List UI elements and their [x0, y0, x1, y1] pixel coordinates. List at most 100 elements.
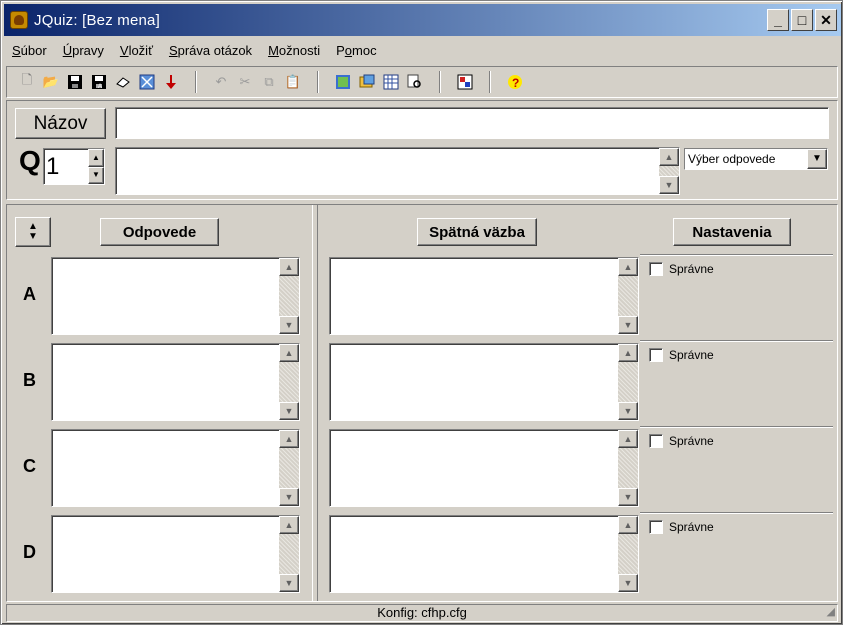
- menu-bar: Súbor Úpravy Vložiť Správa otázok Možnos…: [4, 38, 841, 62]
- answers-header-button[interactable]: Odpovede: [100, 218, 219, 246]
- feedback-header-button[interactable]: Spätná väzba: [417, 218, 537, 246]
- feedback-scrollbar-d[interactable]: ▲ ▼: [618, 516, 638, 592]
- correct-checkbox-a[interactable]: Správne: [649, 262, 714, 276]
- answer-field-c[interactable]: ▲ ▼: [51, 429, 300, 507]
- answer-field-a[interactable]: ▲ ▼: [51, 257, 300, 335]
- checkbox-box[interactable]: [649, 434, 663, 448]
- scroll-up-button[interactable]: ▲: [618, 430, 638, 448]
- feedback-field-d[interactable]: ▲ ▼: [329, 515, 639, 593]
- toolbar-separator: [489, 71, 491, 93]
- checkbox-box[interactable]: [649, 262, 663, 276]
- toolbar: 🗋 📂 A ↶ ✂ ⧉ 📋 ?: [6, 66, 838, 98]
- question-header-panel: Názov Q 1 ▲ ▼ ▲ ▼ Výber odpovede ▼: [6, 100, 838, 200]
- cut-icon[interactable]: ✂: [236, 73, 254, 91]
- menu-sprava-otazok[interactable]: Správa otázok: [161, 43, 260, 58]
- answer-scrollbar-b[interactable]: ▲ ▼: [279, 344, 299, 420]
- resize-grip-icon[interactable]: ◢: [827, 604, 835, 620]
- answer-scrollbar-c[interactable]: ▲ ▼: [279, 430, 299, 506]
- question-text-area[interactable]: ▲ ▼: [115, 147, 680, 195]
- down-arrow-icon: ▼: [28, 231, 38, 242]
- menu-moznosti[interactable]: Možnosti: [260, 43, 328, 58]
- minimize-button[interactable]: _: [767, 9, 789, 31]
- find-icon[interactable]: [406, 73, 424, 91]
- maximize-button[interactable]: □: [791, 9, 813, 31]
- scroll-up-button[interactable]: ▲: [279, 344, 299, 362]
- question-scrollbar[interactable]: ▲ ▼: [659, 148, 679, 194]
- menu-subor[interactable]: Súbor: [4, 43, 55, 58]
- undo-icon[interactable]: ↶: [212, 73, 230, 91]
- spin-up-button[interactable]: ▲: [88, 149, 104, 167]
- scroll-up-button[interactable]: ▲: [279, 430, 299, 448]
- menu-upravy[interactable]: Úpravy: [55, 43, 112, 58]
- spin-down-button[interactable]: ▼: [88, 166, 104, 184]
- down-arrow-icon[interactable]: [162, 73, 180, 91]
- settings-cell-a: Správne: [640, 254, 833, 340]
- scroll-up-button[interactable]: ▲: [279, 258, 299, 276]
- question-type-select[interactable]: Výber odpovede ▼: [684, 148, 828, 170]
- scroll-down-button[interactable]: ▼: [659, 176, 679, 194]
- question-label: Q: [19, 145, 41, 176]
- question-number[interactable]: 1: [44, 149, 88, 184]
- checkbox-box[interactable]: [649, 348, 663, 362]
- scroll-down-button[interactable]: ▼: [279, 574, 299, 592]
- scroll-down-button[interactable]: ▼: [618, 574, 638, 592]
- correct-label: Správne: [669, 348, 714, 362]
- feedback-field-b[interactable]: ▲ ▼: [329, 343, 639, 421]
- scroll-up-button[interactable]: ▲: [618, 344, 638, 362]
- menu-vlozit[interactable]: Vložiť: [112, 43, 161, 58]
- feedback-scrollbar-c[interactable]: ▲ ▼: [618, 430, 638, 506]
- menu-pomoc[interactable]: Pomoc: [328, 43, 384, 58]
- close-button[interactable]: ✕: [815, 9, 837, 31]
- answer-scrollbar-a[interactable]: ▲ ▼: [279, 258, 299, 334]
- settings-header-button[interactable]: Nastavenia: [673, 218, 791, 246]
- answer-scrollbar-d[interactable]: ▲ ▼: [279, 516, 299, 592]
- answer-field-d[interactable]: ▲ ▼: [51, 515, 300, 593]
- answer-field-b[interactable]: ▲ ▼: [51, 343, 300, 421]
- scroll-up-button[interactable]: ▲: [279, 516, 299, 534]
- add-question-icon[interactable]: [334, 73, 352, 91]
- scroll-down-button[interactable]: ▼: [618, 316, 638, 334]
- save-as-icon[interactable]: A: [90, 73, 108, 91]
- help-icon[interactable]: ?: [506, 73, 524, 91]
- scroll-down-button[interactable]: ▼: [618, 402, 638, 420]
- title-bar[interactable]: JQuiz: [Bez mena] _ □ ✕: [4, 4, 841, 36]
- checkbox-box[interactable]: [649, 520, 663, 534]
- row-label-b: B: [23, 370, 36, 390]
- web-export-icon[interactable]: [138, 73, 156, 91]
- feedback-scrollbar-a[interactable]: ▲ ▼: [618, 258, 638, 334]
- grid-icon[interactable]: [382, 73, 400, 91]
- image-icon[interactable]: [358, 73, 376, 91]
- eraser-icon[interactable]: [114, 73, 132, 91]
- feedback-scrollbar-b[interactable]: ▲ ▼: [618, 344, 638, 420]
- settings-cell-d: Správne: [640, 512, 833, 598]
- panel-splitter[interactable]: [312, 205, 318, 601]
- toolbar-separator: [439, 71, 441, 93]
- correct-checkbox-b[interactable]: Správne: [649, 348, 714, 362]
- copy-icon[interactable]: ⧉: [260, 73, 278, 91]
- paste-icon[interactable]: 📋: [284, 73, 302, 91]
- row-label-c: C: [23, 456, 36, 476]
- scroll-up-button[interactable]: ▲: [618, 516, 638, 534]
- feedback-field-a[interactable]: ▲ ▼: [329, 257, 639, 335]
- dropdown-arrow-icon[interactable]: ▼: [807, 149, 827, 169]
- reorder-answers-button[interactable]: ▲ ▼: [15, 217, 51, 247]
- feedback-field-c[interactable]: ▲ ▼: [329, 429, 639, 507]
- title-button[interactable]: Názov: [15, 108, 106, 139]
- open-icon[interactable]: 📂: [42, 73, 60, 91]
- scroll-up-button[interactable]: ▲: [659, 148, 679, 166]
- status-bar: Konfig: cfhp.cfg ◢: [6, 604, 838, 622]
- question-type-value: Výber odpovede: [688, 152, 776, 166]
- new-icon[interactable]: 🗋: [18, 72, 36, 91]
- config-icon[interactable]: [456, 73, 474, 91]
- scroll-down-button[interactable]: ▼: [279, 488, 299, 506]
- scroll-down-button[interactable]: ▼: [279, 402, 299, 420]
- scroll-down-button[interactable]: ▼: [279, 316, 299, 334]
- save-icon[interactable]: [66, 73, 84, 91]
- correct-checkbox-c[interactable]: Správne: [649, 434, 714, 448]
- scroll-up-button[interactable]: ▲: [618, 258, 638, 276]
- correct-checkbox-d[interactable]: Správne: [649, 520, 714, 534]
- scroll-down-button[interactable]: ▼: [618, 488, 638, 506]
- title-field[interactable]: [115, 107, 829, 139]
- question-number-spinner[interactable]: 1 ▲ ▼: [43, 148, 105, 185]
- correct-label: Správne: [669, 434, 714, 448]
